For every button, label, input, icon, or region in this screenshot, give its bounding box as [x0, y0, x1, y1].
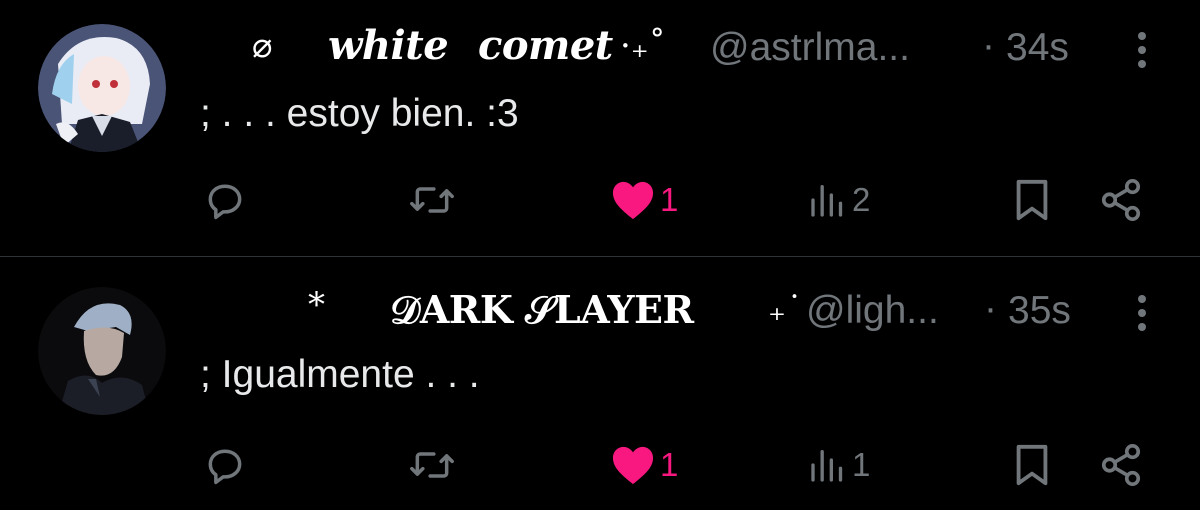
name-prefix: ⌀	[252, 26, 273, 66]
more-options-icon[interactable]	[1132, 32, 1152, 82]
reply-button[interactable]	[203, 435, 247, 495]
post[interactable]: * 𝒟ARK 𝒮LAYER ₊˙ @ligh... · 35s ; Igualm…	[0, 257, 1200, 510]
post-text: ; . . . estoy bien. :3	[200, 92, 519, 135]
views-count: 2	[852, 181, 871, 218]
bookmark-button[interactable]	[1012, 435, 1052, 495]
share-button[interactable]	[1098, 170, 1144, 230]
views-count: 1	[852, 446, 871, 483]
avatar[interactable]	[38, 287, 166, 415]
user-handle[interactable]: @ligh...	[806, 289, 939, 333]
user-handle[interactable]: @astrlma...	[710, 26, 910, 70]
name-prefix: *	[308, 285, 325, 325]
timestamp[interactable]: 35s	[1008, 289, 1071, 333]
reply-icon	[208, 449, 242, 485]
repost-button[interactable]	[408, 435, 456, 495]
views-button[interactable]: 1	[808, 435, 870, 495]
timestamp[interactable]: 34s	[1006, 26, 1069, 70]
bookmark-icon	[1016, 444, 1048, 486]
share-icon	[1101, 179, 1141, 221]
views-icon	[811, 185, 843, 217]
share-icon	[1101, 444, 1141, 486]
action-bar: 1 1	[0, 435, 1200, 495]
repost-icon	[410, 187, 454, 213]
bookmark-icon	[1016, 179, 1048, 221]
name-suffix: ₊˙	[768, 289, 803, 329]
post-text: ; Igualmente . . .	[200, 353, 480, 396]
display-name[interactable]: white	[328, 22, 449, 69]
anime-girl-avatar-icon	[38, 24, 166, 152]
repost-icon	[410, 452, 454, 478]
separator-dot: ·	[982, 24, 995, 67]
share-button[interactable]	[1098, 435, 1144, 495]
display-name-second-word[interactable]: comet	[478, 22, 613, 69]
heart-filled-icon	[612, 446, 654, 485]
reply-icon	[208, 184, 242, 220]
action-bar: 1 2	[0, 170, 1200, 230]
separator-dot: ·	[984, 287, 997, 330]
post[interactable]: ⌀ white comet ·₊˚ @astrlma... · 34s ; . …	[0, 0, 1200, 256]
man-avatar-icon	[38, 287, 166, 415]
reply-button[interactable]	[203, 170, 247, 230]
name-suffix: ·₊˚	[620, 26, 666, 66]
views-button[interactable]: 2	[808, 170, 870, 230]
bookmark-button[interactable]	[1012, 170, 1052, 230]
heart-filled-icon	[612, 181, 654, 220]
display-name[interactable]: 𝒟ARK 𝒮LAYER	[390, 287, 694, 333]
views-icon	[811, 450, 843, 482]
more-options-icon[interactable]	[1132, 295, 1152, 345]
avatar[interactable]	[38, 24, 166, 152]
like-button[interactable]: 1	[610, 435, 678, 495]
like-button[interactable]: 1	[610, 170, 678, 230]
like-count: 1	[660, 446, 679, 483]
repost-button[interactable]	[408, 170, 456, 230]
like-count: 1	[660, 181, 679, 218]
